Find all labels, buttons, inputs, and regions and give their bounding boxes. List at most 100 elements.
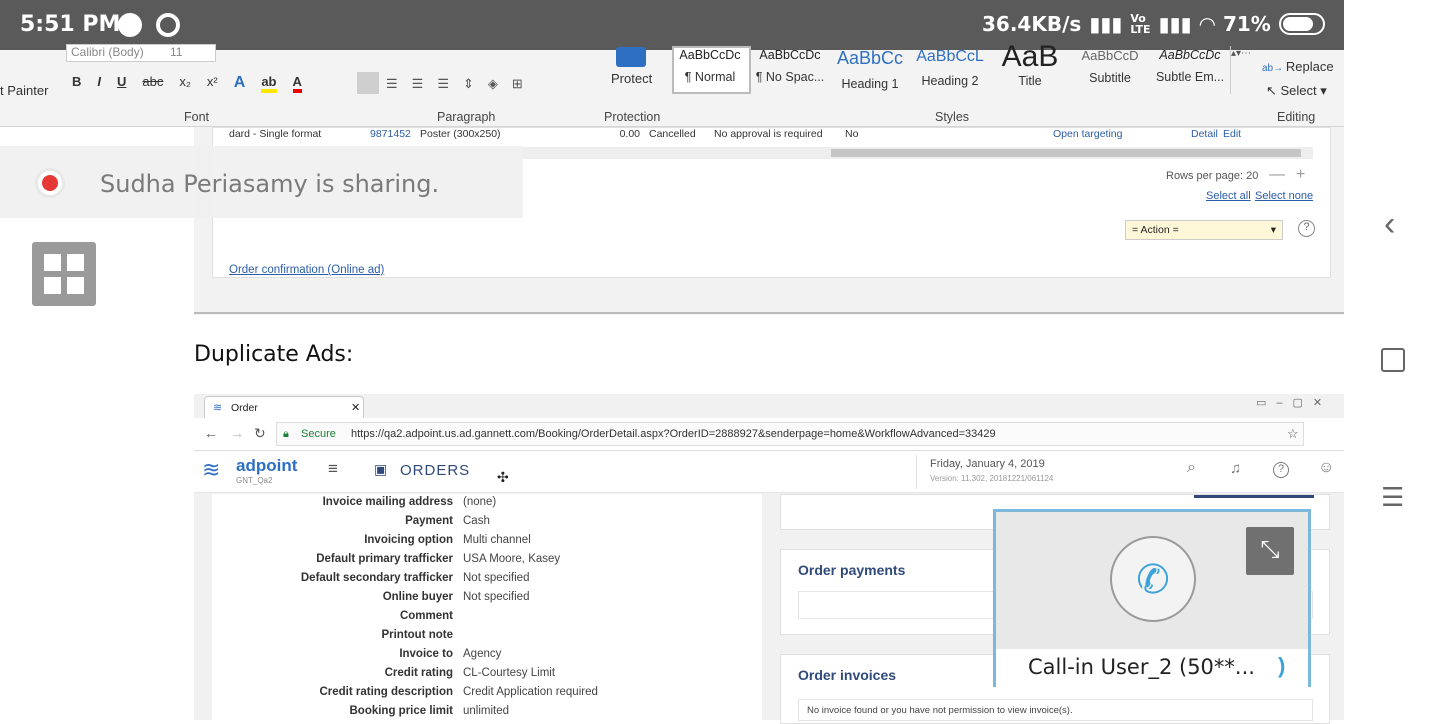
replace-label: Replace [1285,59,1334,74]
highlight-icon[interactable]: ab [261,74,277,93]
header-divider [916,455,917,489]
volte-icon: Vo LTE [1130,12,1151,36]
action-dropdown[interactable]: = Action = ▾ [1125,220,1283,240]
field-row: Payment Cash [212,515,762,531]
styles-scroll[interactable]: ▴▾⋯ [1230,46,1251,94]
detail-link[interactable]: Detail [1191,128,1223,140]
field-row: Default secondary trafficker Not specifie… [212,572,762,588]
field-row: Comment [212,610,762,626]
url-field[interactable]: 🔒︎ Secure https://qa2.adpoint.us.ad.gann… [276,422,1304,446]
orders-icon: ▣ [374,461,388,477]
hamburger-icon[interactable]: ≡ [328,459,338,479]
field-value: Multi channel [463,534,531,546]
protection-group-label: Protection [604,110,661,124]
notification-dot-icon [118,13,142,37]
style-option[interactable]: AaBbCcD Subtitle [1070,46,1150,90]
font-color-icon[interactable]: A [292,74,302,93]
menu-icon[interactable]: ☰ [1381,482,1404,513]
section-title[interactable]: ORDERS [400,462,470,479]
android-nav-bar: ‹ ☰ [1344,0,1440,720]
style-option[interactable]: AaBbCcDc ¶ No Spac... [750,46,830,90]
style-name: Heading 2 [921,74,979,88]
protect-button[interactable]: Protect [611,71,652,86]
select-label: Select [1280,83,1317,98]
field-row: Invoice mailing address (none) [212,496,762,512]
select-button[interactable]: ↖ Select ▾ [1266,83,1327,99]
style-option[interactable]: AaBbCc Heading 1 [830,46,910,91]
style-sample: AaBbCcDc [679,48,741,62]
bold-button[interactable]: B [72,74,81,93]
battery-percent: 71% [1222,12,1271,36]
user-icon[interactable]: ☺ [1318,459,1334,477]
align-left-icon[interactable] [357,72,379,94]
underline-button[interactable]: U [117,74,126,93]
grid-view-button[interactable] [32,242,96,306]
cell-approval: No approval is required [714,128,823,140]
shading-icon[interactable]: ◈ [488,76,498,92]
minus-icon[interactable]: — [1269,166,1285,184]
style-option[interactable]: AaBbCcL Heading 2 [910,46,990,90]
star-icon[interactable]: ☆ [1287,426,1299,442]
window-controls[interactable]: ▭–▢✕ [1256,396,1332,409]
sync-icon [156,13,180,37]
protect-icon[interactable] [616,47,646,67]
help-icon[interactable]: ? [1298,220,1315,237]
field-label: Printout note [381,629,453,641]
secure-label: Secure [301,428,336,440]
italic-button[interactable]: I [97,74,101,93]
browser-tab[interactable]: ≋ Order ✕ [204,396,364,418]
text-effects-icon[interactable]: A [234,74,246,93]
scrollbar-thumb[interactable] [831,149,1301,157]
format-painter[interactable]: t Painter [0,83,48,98]
subscript-button[interactable]: x₂ [179,74,191,93]
cell-id[interactable]: 9871452 [370,128,418,140]
home-icon[interactable] [1381,348,1405,372]
field-row: Invoice to Agency [212,648,762,664]
replace-button[interactable]: ab→ Replace [1262,59,1334,74]
select-none-link[interactable]: Select none [1255,190,1313,202]
grid-icon-cell [67,277,84,294]
style-sample: AaBbCcD [1081,48,1139,63]
justify-icon[interactable]: ☰ [437,76,449,92]
align-right-icon[interactable]: ☰ [412,76,424,92]
doc-heading: Duplicate Ads: [194,342,354,367]
blue-button-edge[interactable] [1194,495,1314,498]
field-value: Not specified [463,572,530,584]
field-label: Online buyer [382,591,453,603]
plus-icon[interactable]: + [1296,166,1305,184]
style-sample: AaBbCcDc [1159,48,1221,62]
style-option[interactable]: AaB Title [990,40,1070,90]
minimize-call-icon[interactable]: ⤡ [1246,527,1294,575]
font-name-box[interactable]: Calibri (Body) [66,44,216,62]
field-label: Payment [405,515,453,527]
field-label: Comment [399,610,453,622]
style-option[interactable]: AaBbCcDc Subtle Em... [1150,46,1230,90]
tab-close-icon[interactable]: ✕ [351,401,360,414]
select-all-link[interactable]: Select all [1206,190,1251,202]
forward-arrow-icon[interactable]: → [230,425,244,441]
reload-icon[interactable]: ↻ [254,425,266,442]
edit-link[interactable]: Edit [1223,128,1241,140]
superscript-button[interactable]: x² [207,74,218,93]
cell-targeting[interactable]: Open targeting [1053,128,1191,140]
back-icon[interactable]: ‹ [1384,205,1395,244]
bell-icon[interactable]: ♫ [1230,460,1241,477]
style-sample: AaB [1001,40,1059,73]
style-option[interactable]: AaBbCcDc ¶ Normal [670,46,750,90]
cell-price: 0.00 [619,128,640,140]
no-invoice-message: No invoice found or you have not permiss… [798,699,1313,721]
status-time: 5:51 PM [20,12,121,37]
line-spacing-icon[interactable]: ⇕ [463,76,474,92]
signal-icon: ▮▮▮ [1089,12,1123,36]
strikethrough-button[interactable]: abc [142,74,163,93]
call-overlay[interactable]: ⤡ ✆ Call-in User_2 (50**... ) [993,509,1311,687]
order-confirmation-link[interactable]: Order confirmation (Online ad) [229,264,384,276]
search-icon[interactable]: ⌕ [1187,459,1196,477]
align-center-icon[interactable]: ☰ [386,76,398,92]
borders-icon[interactable]: ⊞ [512,76,523,92]
question-icon[interactable]: ? [1273,462,1289,478]
back-arrow-icon[interactable]: ← [204,425,218,441]
font-size-box[interactable]: 11 [170,45,182,59]
action-value: = Action = [1132,224,1179,236]
style-sample: AaBbCcDc [759,48,821,62]
